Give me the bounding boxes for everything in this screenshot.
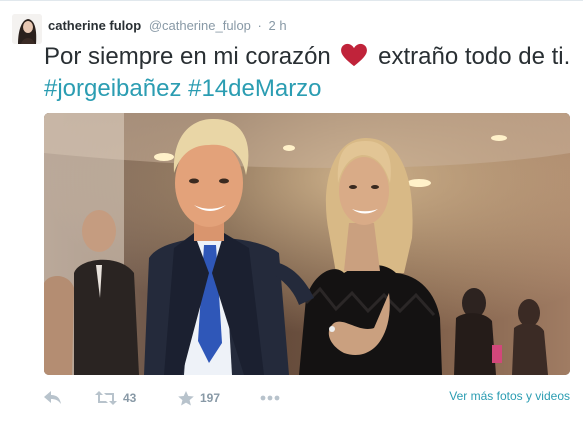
star-icon [178,390,194,405]
tweet-text-part2: extraño todo de ti. [378,43,571,70]
timestamp[interactable]: 2 h [269,18,287,33]
retweet-icon [95,391,117,405]
avatar-image [12,14,42,44]
more-dots-icon [260,395,280,401]
separator: · [257,18,262,33]
heart-icon [341,43,368,67]
tweet-actions: 43 197 Ver más fotos y videos [44,387,570,409]
tweet-photo[interactable] [44,113,570,375]
tweet-text: Por siempre en mi corazón extraño todo d… [44,41,574,105]
avatar[interactable] [12,14,42,44]
retweet-count: 43 [123,391,137,405]
fullname[interactable]: catherine fulop [48,18,141,33]
tweet-header: catherine fulop @catherine_fulop · 2 h [48,18,287,34]
retweet-button[interactable]: 43 [95,387,136,409]
favorite-button[interactable]: 197 [178,387,220,409]
favorite-count: 197 [200,391,221,405]
view-more-media-link[interactable]: Ver más fotos y videos [449,389,570,403]
hashtag-14demarzo[interactable]: #14deMarzo [188,75,321,102]
reply-icon [44,391,61,404]
tweet: catherine fulop @catherine_fulop · 2 h P… [0,0,583,422]
reply-button[interactable] [44,387,62,409]
username[interactable]: @catherine_fulop [149,18,251,33]
hashtag-jorgeibanez[interactable]: #jorgeibañez [44,75,181,102]
tweet-text-part1: Por siempre en mi corazón [44,43,331,70]
photo-illustration [44,113,570,375]
more-button[interactable] [260,387,280,409]
